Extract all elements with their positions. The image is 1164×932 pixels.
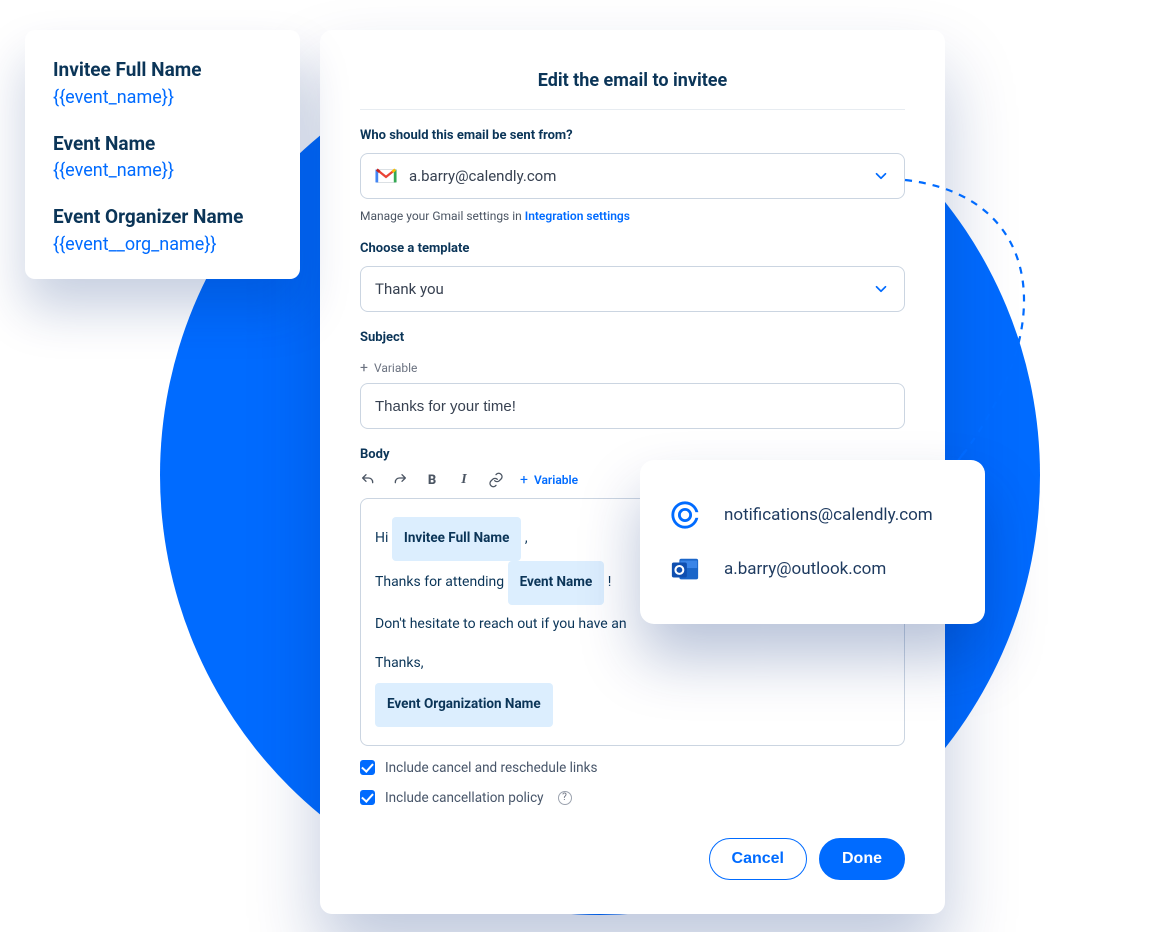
- sender-option-calendly[interactable]: notifications@calendly.com: [670, 488, 955, 542]
- undo-icon[interactable]: [360, 472, 376, 488]
- include-policy-row: Include cancellation policy ?: [360, 790, 905, 806]
- link-icon[interactable]: [488, 472, 504, 488]
- sender-option-label: notifications@calendly.com: [724, 505, 933, 525]
- body-line: Event Organization Name: [375, 683, 890, 727]
- dialog-title: Edit the email to invitee: [360, 70, 905, 110]
- legend-token: {{event_name}}: [53, 160, 272, 181]
- checkbox-label: Include cancel and reschedule links: [385, 760, 597, 776]
- redo-icon[interactable]: [392, 472, 408, 488]
- sender-option-label: a.barry@outlook.com: [724, 559, 886, 579]
- italic-button[interactable]: I: [456, 472, 472, 488]
- variable-legend-card: Invitee Full Name {{event_name}} Event N…: [25, 30, 300, 279]
- legend-title: Event Name: [53, 132, 272, 157]
- bold-button[interactable]: B: [424, 472, 440, 488]
- subject-input[interactable]: [360, 383, 905, 429]
- plus-icon: +: [520, 473, 528, 487]
- variable-chip-invitee[interactable]: Invitee Full Name: [392, 517, 522, 561]
- legend-item: Invitee Full Name {{event_name}}: [53, 58, 272, 108]
- plus-icon: +: [360, 361, 368, 375]
- chevron-down-icon: [872, 167, 890, 185]
- legend-title: Event Organizer Name: [53, 205, 272, 230]
- cancel-button[interactable]: Cancel: [709, 838, 807, 880]
- sender-label: Who should this email be sent from?: [360, 128, 905, 143]
- sender-option-outlook[interactable]: a.barry@outlook.com: [670, 542, 955, 596]
- legend-title: Invitee Full Name: [53, 58, 272, 83]
- body-line: Thanks,: [375, 644, 890, 683]
- template-label: Choose a template: [360, 241, 905, 256]
- calendly-icon: [670, 500, 700, 530]
- include-cancel-links-row: Include cancel and reschedule links: [360, 760, 905, 776]
- sender-value: a.barry@calendly.com: [409, 167, 556, 185]
- outlook-icon: [670, 554, 700, 584]
- sender-select[interactable]: a.barry@calendly.com: [360, 153, 905, 199]
- dialog-footer: Cancel Done: [360, 838, 905, 880]
- add-variable-body[interactable]: + Variable: [520, 473, 578, 487]
- subject-label: Subject: [360, 330, 905, 345]
- legend-token: {{event_name}}: [53, 87, 272, 108]
- template-select[interactable]: Thank you: [360, 266, 905, 312]
- chevron-down-icon: [872, 280, 890, 298]
- add-variable-subject[interactable]: + Variable: [360, 361, 417, 375]
- variable-chip-org[interactable]: Event Organization Name: [375, 683, 553, 727]
- include-cancel-links-checkbox[interactable]: [360, 760, 375, 775]
- template-value: Thank you: [375, 280, 444, 298]
- checkbox-label: Include cancellation policy: [385, 790, 544, 806]
- variable-chip-event[interactable]: Event Name: [508, 561, 605, 605]
- done-button[interactable]: Done: [819, 838, 905, 880]
- legend-item: Event Name {{event_name}}: [53, 132, 272, 182]
- legend-item: Event Organizer Name {{event__org_name}}: [53, 205, 272, 255]
- help-icon[interactable]: ?: [558, 791, 572, 805]
- include-policy-checkbox[interactable]: [360, 790, 375, 805]
- legend-token: {{event__org_name}}: [53, 234, 272, 255]
- sender-dropdown-popover: notifications@calendly.com a.barry@outlo…: [640, 460, 985, 624]
- gmail-icon: [375, 167, 397, 185]
- gmail-hint: Manage your Gmail settings in Integratio…: [360, 209, 905, 223]
- integration-settings-link[interactable]: Integration settings: [525, 209, 630, 223]
